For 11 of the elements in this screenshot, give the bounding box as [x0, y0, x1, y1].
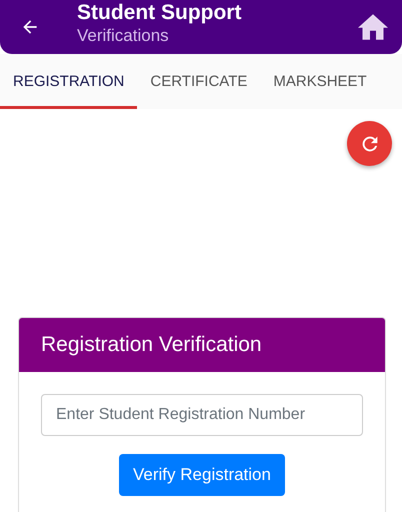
app-subtitle: Verifications: [77, 26, 170, 46]
app-title: Student Support: [77, 0, 242, 26]
card-title: Registration Verification: [19, 318, 385, 372]
tab[interactable]: REGISTRATION: [0, 54, 138, 109]
home-icon: [358, 14, 388, 40]
home-button[interactable]: [358, 14, 388, 40]
refresh-button[interactable]: [347, 121, 392, 166]
tab[interactable]: CERTIFICATE: [137, 54, 260, 109]
registration-number-field[interactable]: Enter Student Registration Number: [41, 394, 363, 436]
verify-registration-button[interactable]: Verify Registration: [119, 454, 285, 496]
tab[interactable]: MARKSHEET: [260, 54, 380, 109]
